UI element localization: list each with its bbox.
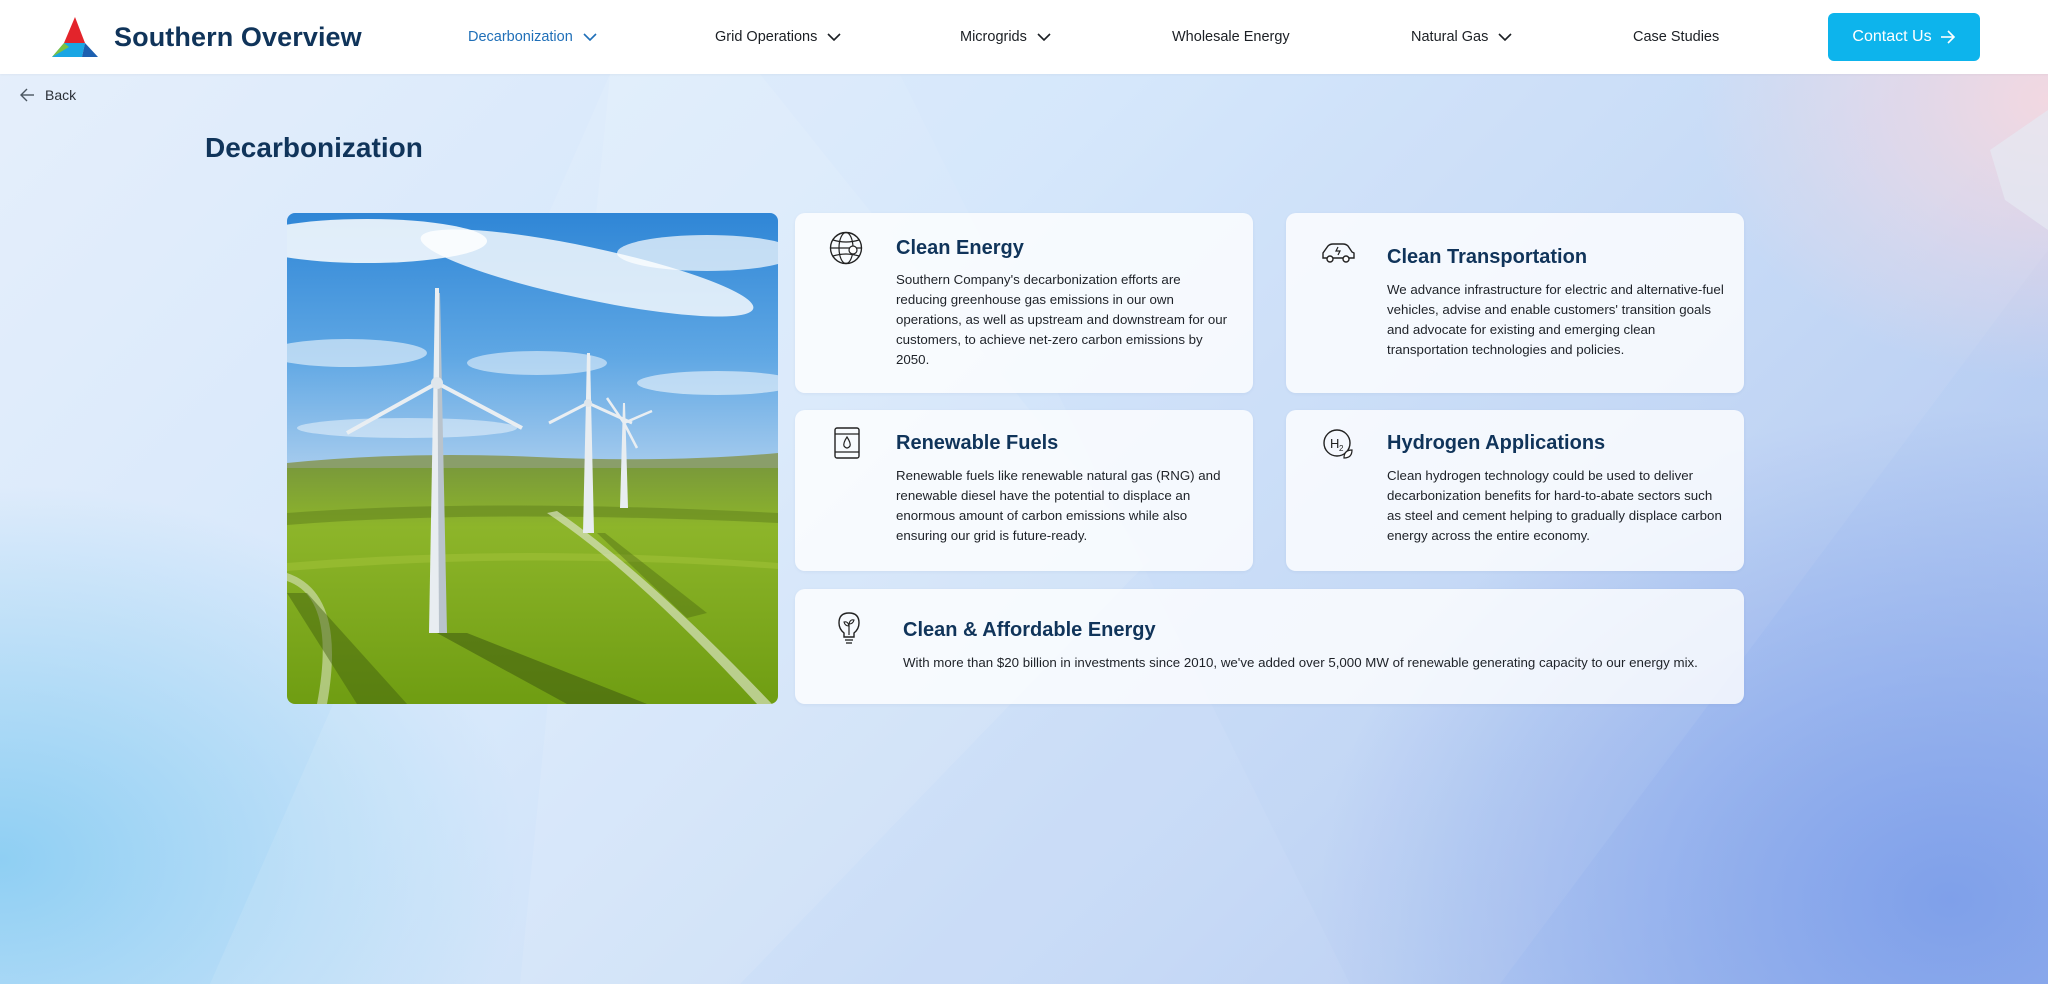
arrow-left-icon <box>19 88 35 102</box>
nav-item-microgrids[interactable]: Microgrids <box>960 0 1051 74</box>
top-navigation-bar: Southern Overview Decarbonization Grid O… <box>0 0 2048 74</box>
chevron-down-icon <box>1037 33 1051 41</box>
nav-item-natural-gas[interactable]: Natural Gas <box>1411 0 1512 74</box>
card-description: We advance infrastructure for electric a… <box>1387 282 1724 357</box>
nav-label: Case Studies <box>1633 29 1720 45</box>
eco-lightbulb-icon <box>838 612 860 644</box>
card-title: Clean Transportation <box>1387 246 1588 268</box>
card-title: Renewable Fuels <box>896 432 1059 454</box>
card-description: Renewable fuels like renewable natural g… <box>896 468 1221 543</box>
card-renewable-fuels: Renewable Fuels Renewable fuels like ren… <box>795 410 1253 571</box>
card-title: Clean & Affordable Energy <box>903 619 1156 641</box>
nav-label: Microgrids <box>960 29 1027 45</box>
nav-item-grid-operations[interactable]: Grid Operations <box>715 0 841 74</box>
card-clean-energy: Clean Energy Southern Company's decarbon… <box>795 213 1253 393</box>
card-clean-transportation: Clean Transportation We advance infrastr… <box>1286 213 1744 393</box>
globe-icon <box>829 231 863 265</box>
back-link[interactable]: Back <box>19 87 76 103</box>
chevron-down-icon <box>583 33 597 41</box>
card-title: Hydrogen Applications <box>1387 432 1606 454</box>
svg-text:2: 2 <box>1339 444 1344 453</box>
wind-turbines-image <box>287 213 778 704</box>
back-label: Back <box>45 87 77 103</box>
chevron-down-icon <box>1498 33 1512 41</box>
chevron-down-icon <box>827 33 841 41</box>
page-title: Decarbonization <box>205 132 423 163</box>
nav-item-wholesale-energy[interactable]: Wholesale Energy <box>1172 0 1290 74</box>
card-description: Southern Company's decarbonization effor… <box>896 272 1228 367</box>
svg-text:H: H <box>1330 436 1339 451</box>
card-description: Clean hydrogen technology could be used … <box>1387 468 1722 543</box>
arrow-right-icon <box>1940 30 1956 44</box>
brand-name: Southern Overview <box>114 21 362 52</box>
nav-label: Decarbonization <box>468 29 573 45</box>
card-description: With more than $20 billion in investment… <box>903 655 1698 670</box>
southern-logo-icon <box>52 17 98 57</box>
contact-us-label: Contact Us <box>1852 28 1932 45</box>
card-title: Clean Energy <box>896 237 1024 259</box>
contact-us-button[interactable]: Contact Us <box>1828 13 1980 61</box>
hydrogen-icon: H 2 <box>1323 429 1353 459</box>
nav-label: Natural Gas <box>1411 29 1489 45</box>
nav-item-decarbonization[interactable]: Decarbonization <box>468 0 597 74</box>
card-clean-affordable-energy: Clean & Affordable Energy With more than… <box>795 589 1744 704</box>
brand-logo-link[interactable]: Southern Overview <box>52 17 362 57</box>
nav-label: Grid Operations <box>715 29 818 45</box>
fuel-barrel-icon <box>834 427 860 459</box>
nav-label: Wholesale Energy <box>1172 29 1290 45</box>
electric-car-icon <box>1322 243 1355 263</box>
nav-item-case-studies[interactable]: Case Studies <box>1633 0 1719 74</box>
card-hydrogen-applications: H 2 Hydrogen Applications Clean hydrogen… <box>1286 410 1744 571</box>
